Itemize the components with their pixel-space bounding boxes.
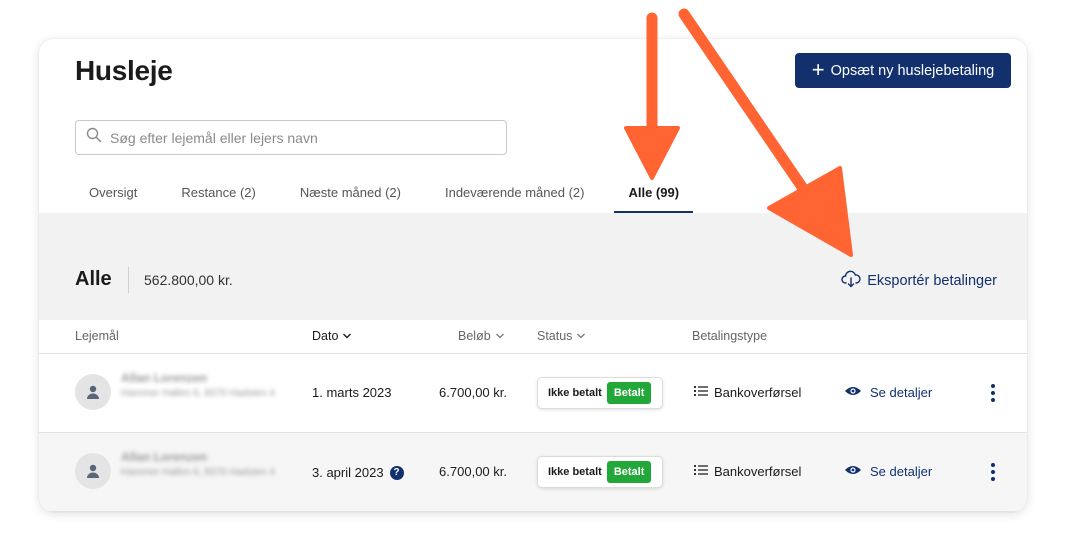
more-options-icon[interactable] — [986, 459, 1000, 485]
setup-rent-payment-label: Opsæt ny huslejebetaling — [830, 62, 995, 79]
payment-status-toggle: Ikke betalt Betalt — [537, 456, 663, 488]
user-icon — [87, 464, 99, 478]
payment-date: 1. marts 2023 — [312, 385, 392, 400]
cloud-download-icon — [841, 270, 861, 292]
tab-next-month[interactable]: Næste måned (2) — [286, 175, 415, 213]
help-icon[interactable]: ? — [389, 465, 404, 480]
payment-date: 3. april 2023 ? — [312, 465, 404, 480]
more-options-icon[interactable] — [986, 380, 1000, 406]
export-payments-link[interactable]: Eksportér betalinger — [841, 270, 997, 292]
tab-all[interactable]: Alle (99) — [614, 175, 694, 213]
tab-overview[interactable]: Oversigt — [75, 175, 151, 213]
page-title: Husleje — [75, 55, 173, 86]
payment-type: Bankoverførsel — [694, 464, 801, 479]
section-divider — [128, 267, 129, 293]
chevron-down-icon — [342, 329, 352, 343]
payment-type: Bankoverførsel — [694, 385, 801, 400]
payment-amount: 6.700,00 kr. — [439, 385, 507, 400]
see-details-link[interactable]: Se detaljer — [844, 464, 932, 479]
column-amount[interactable]: Beløb — [458, 329, 505, 343]
see-details-link[interactable]: Se detaljer — [844, 385, 932, 400]
status-paid-option[interactable]: Betalt — [606, 382, 652, 404]
column-payment-type: Betalingstype — [692, 329, 768, 343]
chevron-down-icon — [576, 329, 586, 343]
column-status[interactable]: Status — [537, 329, 586, 343]
list-icon — [694, 385, 708, 400]
section-header: Alle 562.800,00 kr. Eksportér betalinger — [39, 213, 1027, 320]
status-unpaid-option[interactable]: Ikke betalt — [542, 466, 607, 478]
tenant-name: Allan Lorenzen — [121, 371, 208, 385]
payment-amount: 6.700,00 kr. — [439, 464, 507, 479]
table-row: Allan Lorenzen Hammer Hallen 6, 8370 Had… — [39, 354, 1027, 433]
tab-arrears[interactable]: Restance (2) — [167, 175, 269, 213]
setup-rent-payment-button[interactable]: + Opsæt ny huslejebetaling — [795, 53, 1011, 88]
export-payments-label: Eksportér betalinger — [867, 273, 997, 289]
list-icon — [694, 464, 708, 479]
chevron-down-icon — [495, 329, 505, 343]
rent-panel: Husleje + Opsæt ny huslejebetaling Overs… — [39, 39, 1027, 512]
plus-icon: + — [811, 56, 825, 82]
table-row: Allan Lorenzen Hammer Hallen 6, 8370 Had… — [39, 433, 1027, 512]
eye-icon — [844, 385, 862, 400]
user-icon — [87, 385, 99, 399]
payment-status-toggle: Ikke betalt Betalt — [537, 377, 663, 409]
tenant-address: Hammer Hallen 6, 8370 Hadsten 4 — [121, 467, 275, 478]
avatar — [75, 374, 111, 410]
column-lease: Lejemål — [75, 329, 119, 343]
eye-icon — [844, 464, 862, 479]
search-input[interactable] — [110, 129, 490, 146]
tenant-name: Allan Lorenzen — [121, 450, 208, 464]
tab-bar: Oversigt Restance (2) Næste måned (2) In… — [75, 175, 709, 213]
status-paid-option[interactable]: Betalt — [606, 461, 652, 483]
status-unpaid-option[interactable]: Ikke betalt — [542, 387, 607, 399]
tenant-address: Hammer Hallen 6, 8370 Hadsten 4 — [121, 388, 275, 399]
tab-current-month[interactable]: Indeværende måned (2) — [431, 175, 598, 213]
section-title: Alle — [75, 268, 112, 290]
avatar — [75, 453, 111, 489]
table-header: Lejemål Dato Beløb Status Betalingstype — [39, 320, 1027, 354]
search-icon — [86, 127, 102, 148]
section-total: 562.800,00 kr. — [144, 272, 233, 288]
search-field[interactable] — [75, 120, 507, 155]
column-date[interactable]: Dato — [312, 329, 352, 343]
